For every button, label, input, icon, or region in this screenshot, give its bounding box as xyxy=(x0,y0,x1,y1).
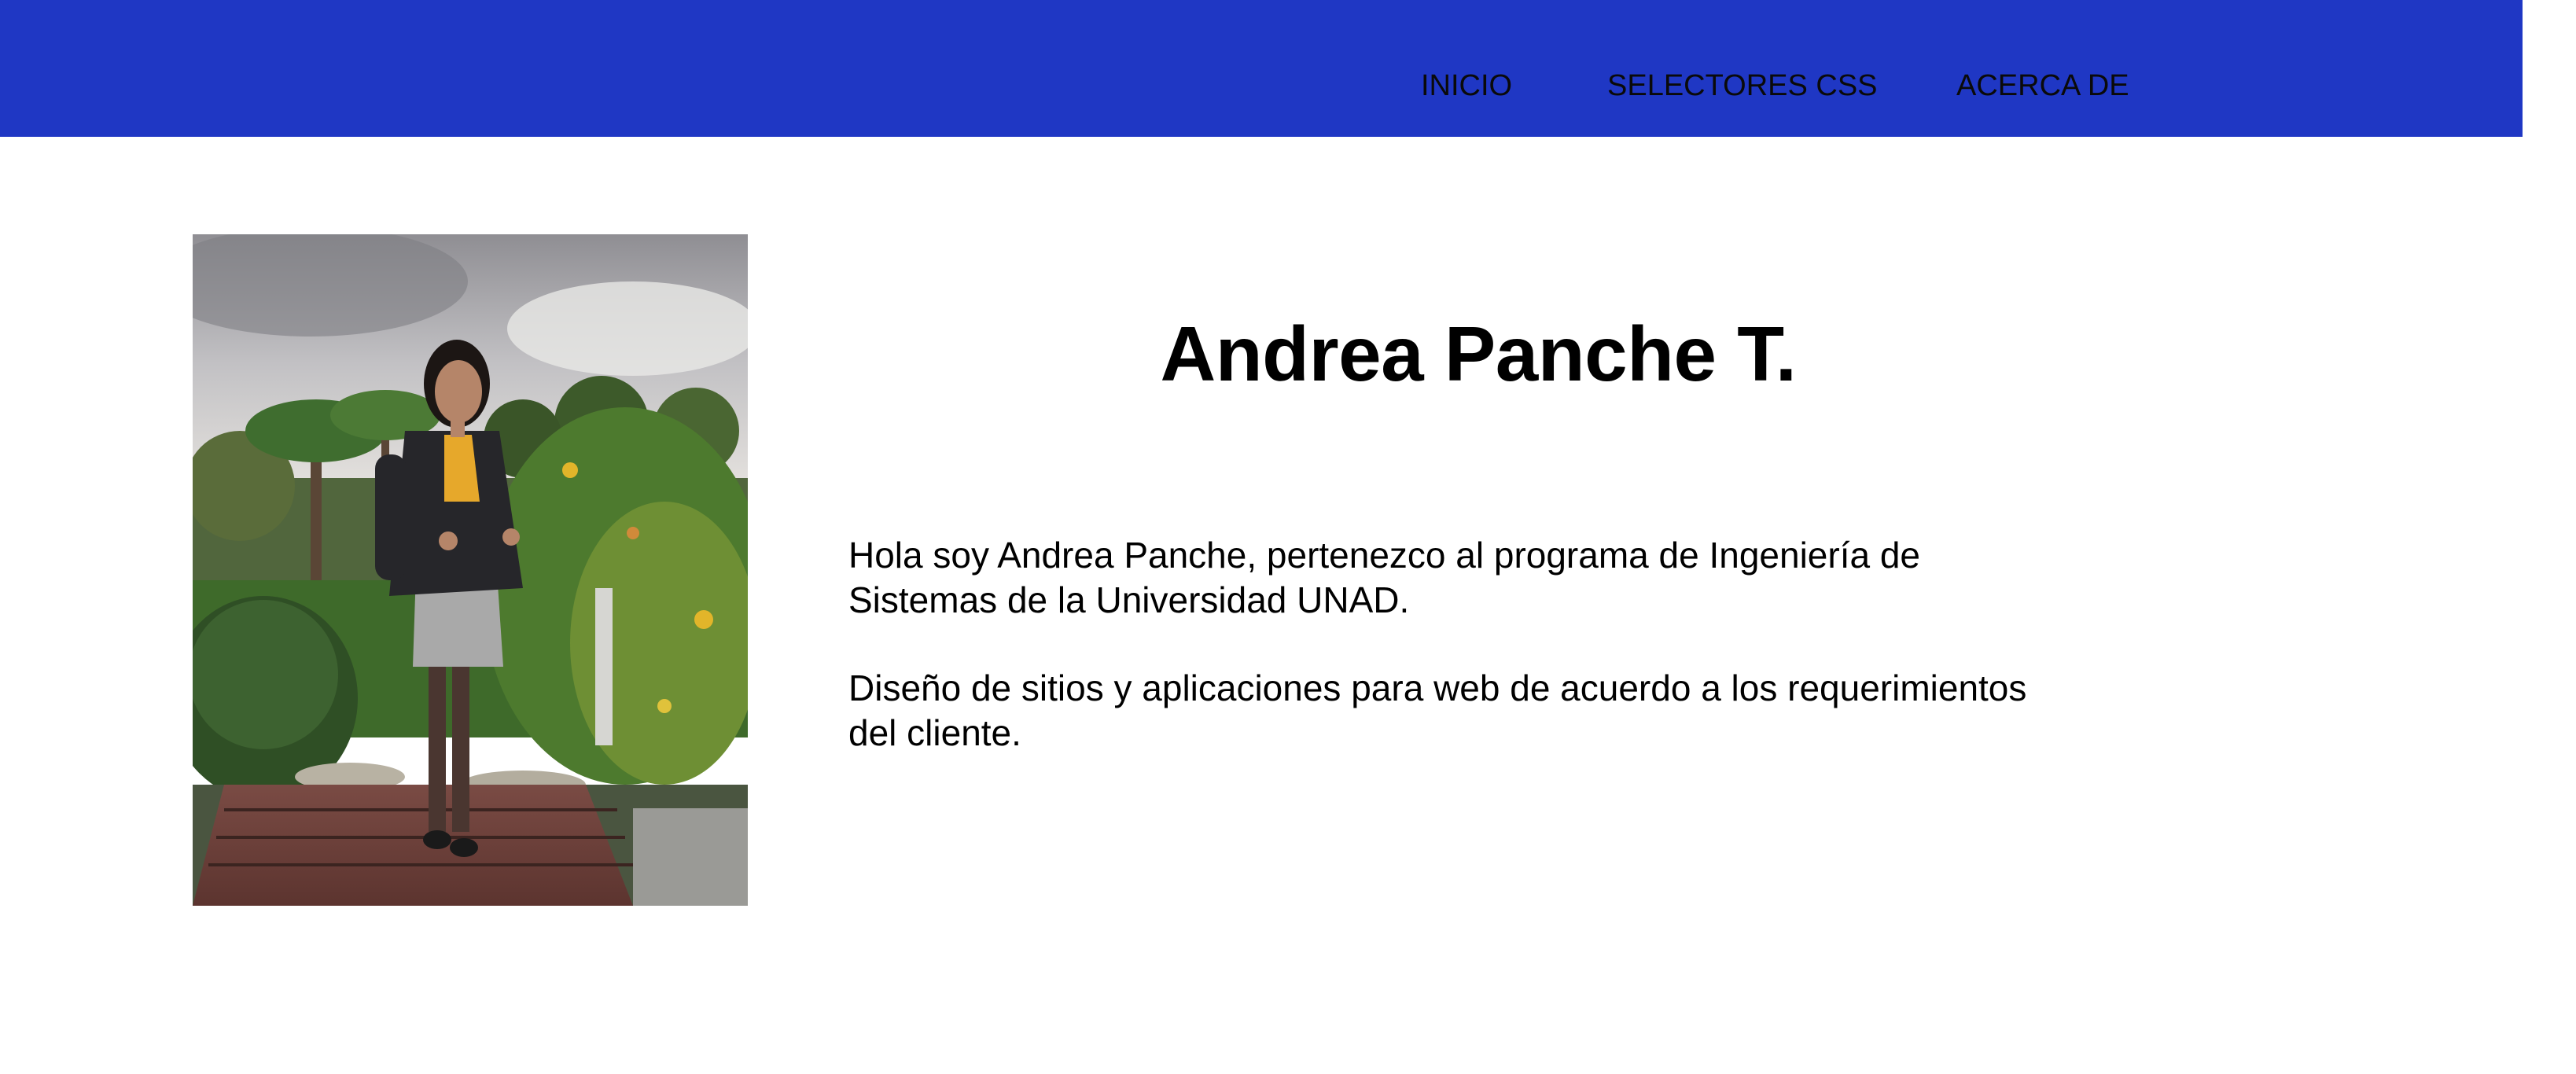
services-paragraph: Diseño de sitios y aplicaciones para web… xyxy=(848,668,2027,753)
intro-paragraph: Hola soy Andrea Panche, pertenezco al pr… xyxy=(848,535,1920,620)
nav-link-acerca-de[interactable]: ACERCA DE xyxy=(1956,66,2129,105)
top-navbar: INICIO SELECTORES CSS ACERCA DE xyxy=(0,0,2523,137)
profile-name-heading: Andrea Panche T. xyxy=(1160,311,1797,397)
nav-link-inicio[interactable]: INICIO xyxy=(1421,66,1512,105)
nav-link-selectores-css[interactable]: SELECTORES CSS xyxy=(1607,66,1878,105)
profile-photo xyxy=(193,234,748,906)
